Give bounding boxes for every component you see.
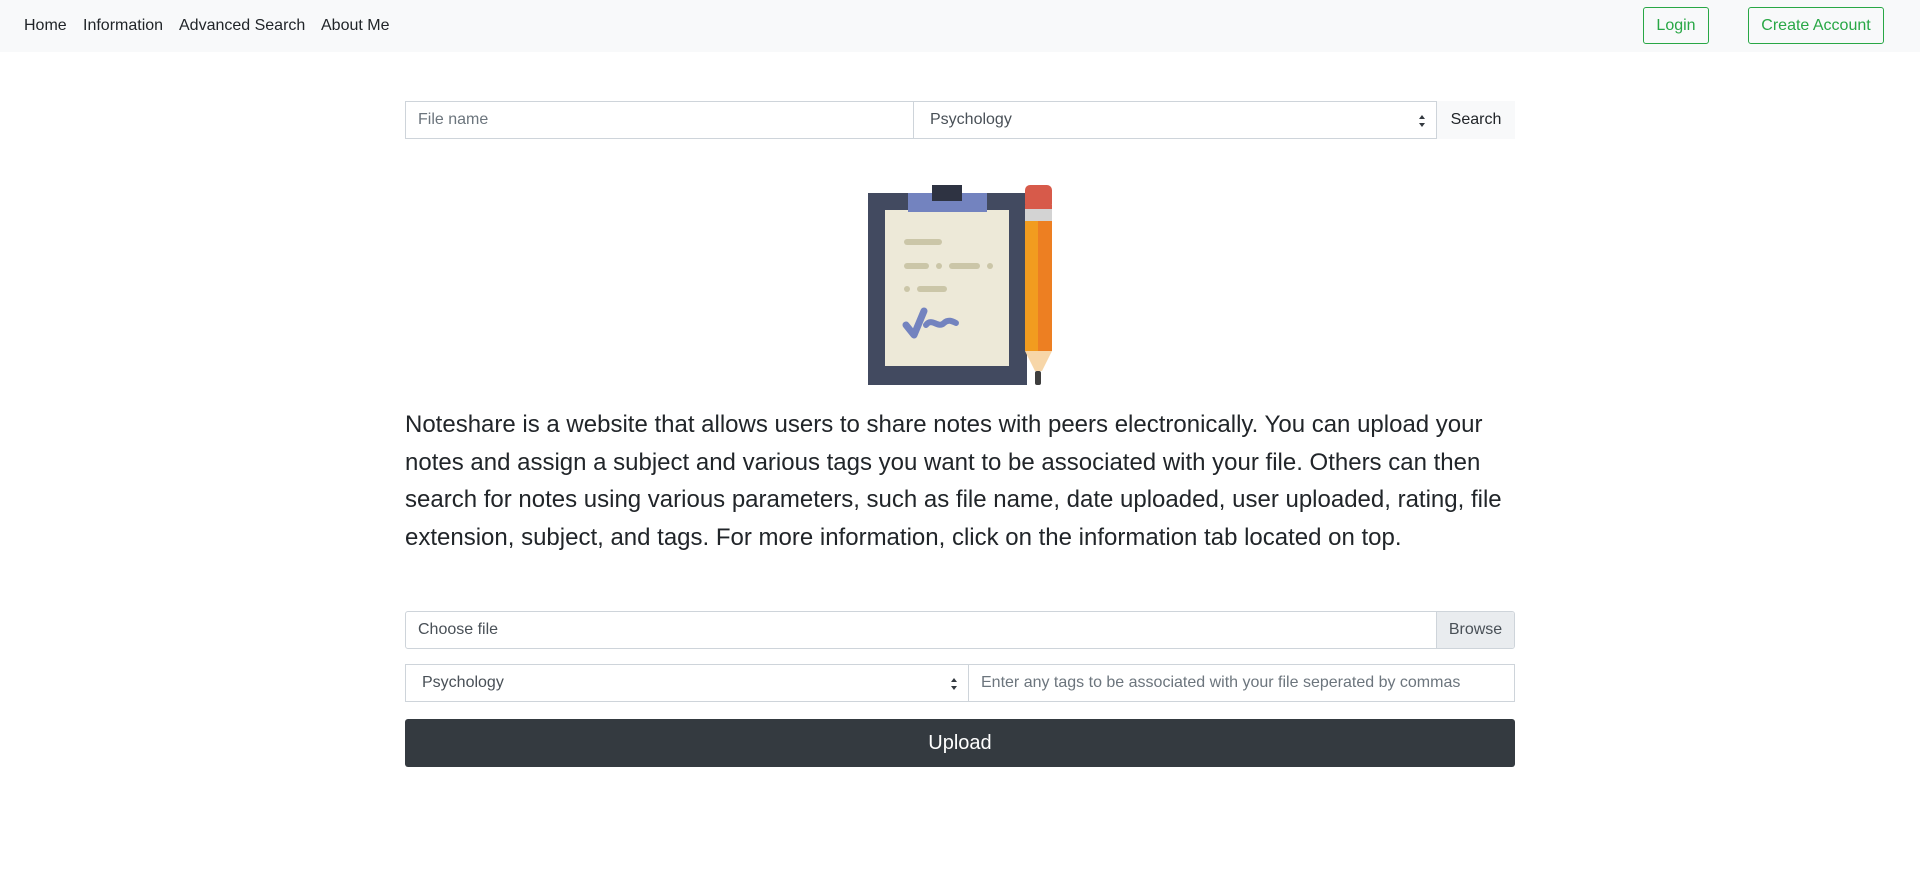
login-button[interactable]: Login: [1643, 7, 1709, 44]
browse-button[interactable]: Browse: [1436, 612, 1514, 648]
tags-input[interactable]: [968, 664, 1515, 702]
upload-button[interactable]: Upload: [405, 719, 1515, 767]
nav-about-me-link[interactable]: About Me: [321, 16, 389, 35]
intro-paragraph: Noteshare is a website that allows users…: [405, 411, 1502, 551]
upload-subject-select[interactable]: Psychology: [405, 664, 968, 702]
upload-subject-value: Psychology: [422, 674, 504, 691]
select-arrows-icon: [951, 678, 957, 690]
select-arrows-icon: [1419, 115, 1425, 127]
nav-home-link[interactable]: Home: [24, 16, 67, 35]
search-subject-select[interactable]: Psychology: [913, 101, 1437, 139]
file-chooser[interactable]: Choose file Browse: [405, 611, 1515, 649]
search-subject-value: Psychology: [930, 111, 1012, 128]
subject-tags-row: Psychology: [405, 664, 1515, 702]
file-chooser-label: Choose file: [418, 621, 499, 638]
create-account-button[interactable]: Create Account: [1748, 7, 1884, 44]
navbar: Home Information Advanced Search About M…: [0, 0, 1920, 52]
search-button[interactable]: Search: [1437, 101, 1515, 139]
nav-advanced-search-link[interactable]: Advanced Search: [179, 16, 305, 35]
file-name-input[interactable]: [405, 101, 913, 139]
clipboard-pencil-icon: [868, 185, 1052, 385]
nav-information-link[interactable]: Information: [83, 16, 163, 35]
search-bar: Psychology Search: [405, 101, 1515, 139]
